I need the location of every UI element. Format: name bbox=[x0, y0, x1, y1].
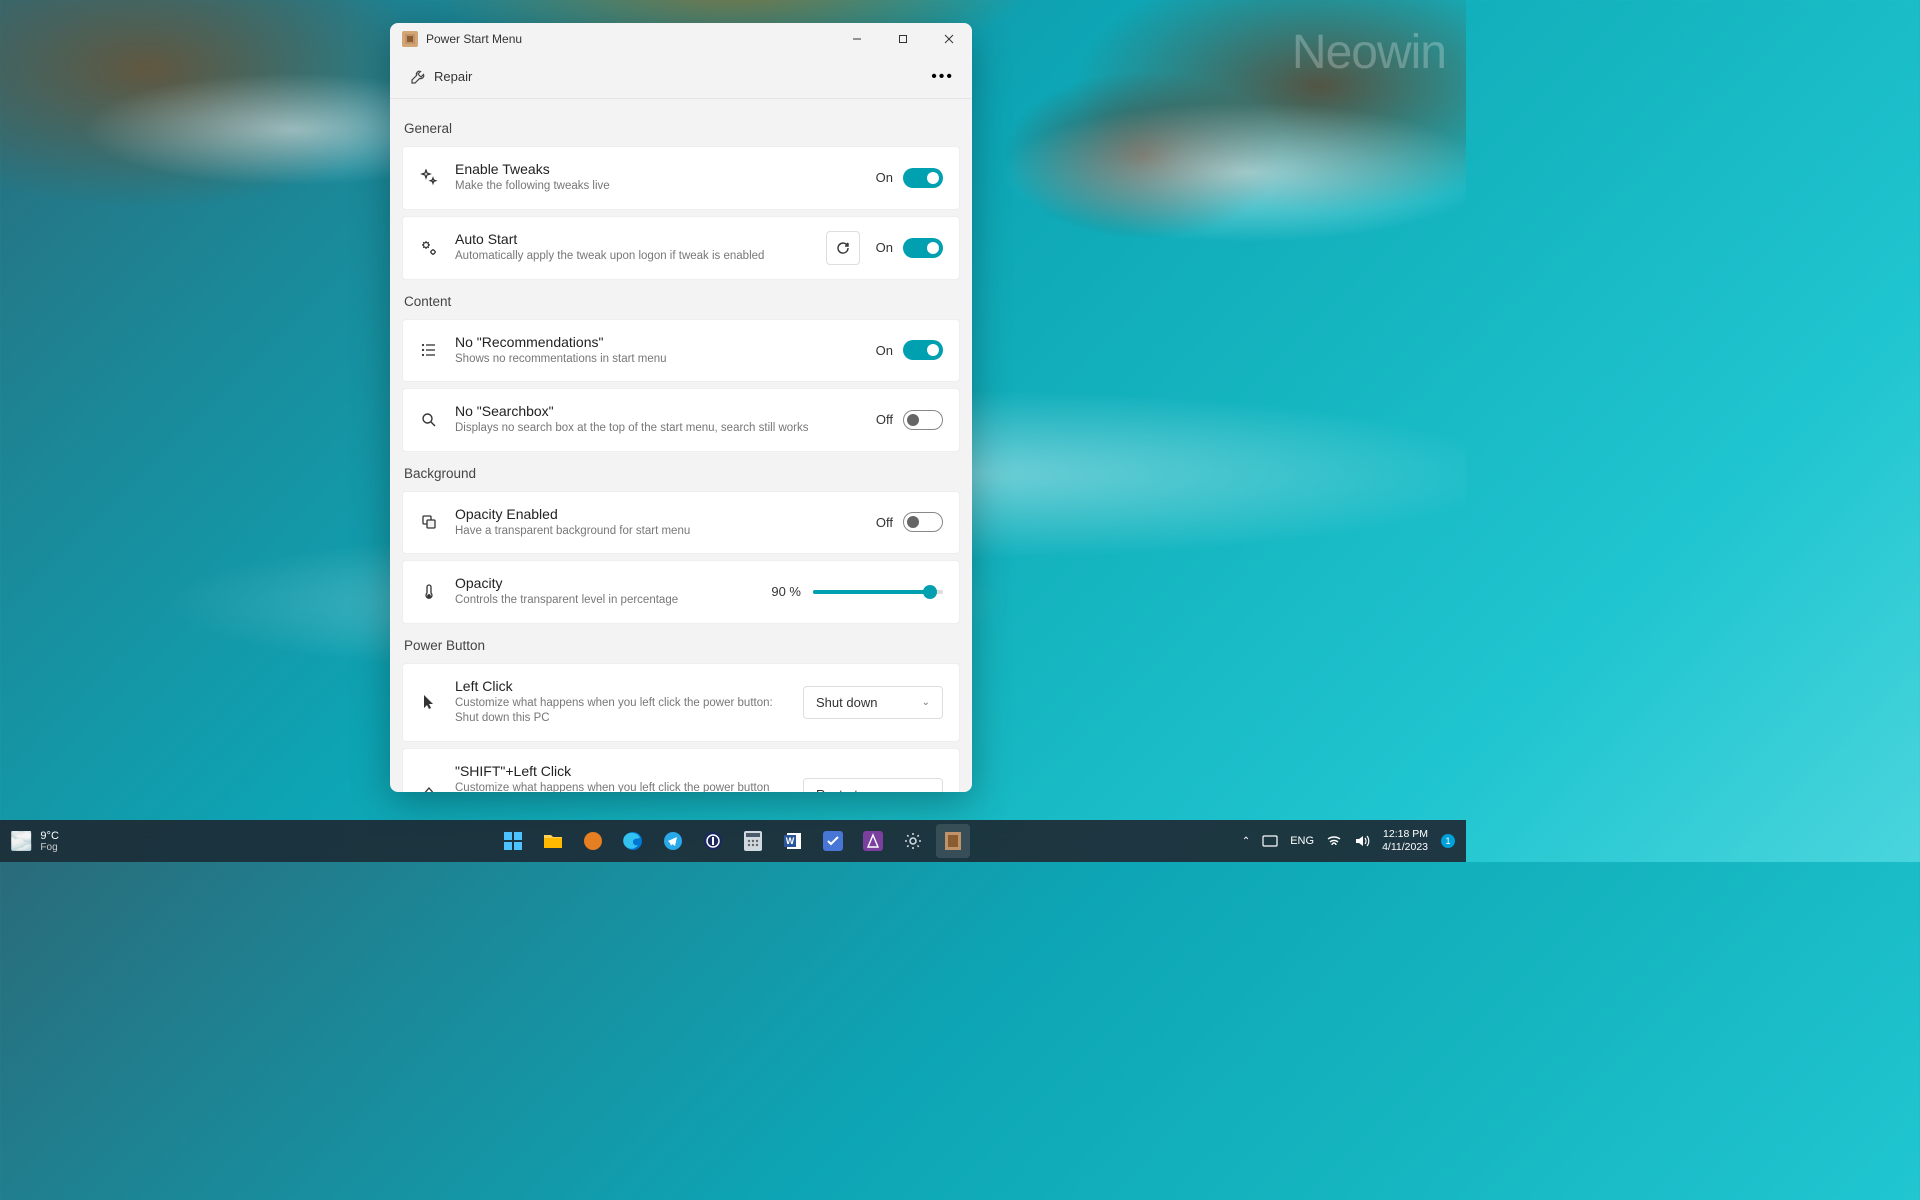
word-icon[interactable]: W bbox=[776, 824, 810, 858]
close-button[interactable] bbox=[926, 23, 972, 55]
search-icon bbox=[419, 411, 439, 429]
date: 4/11/2023 bbox=[1382, 841, 1428, 854]
window-title: Power Start Menu bbox=[426, 32, 522, 46]
maximize-button[interactable] bbox=[880, 23, 926, 55]
calculator-icon[interactable] bbox=[736, 824, 770, 858]
keyboard-icon[interactable] bbox=[1262, 834, 1278, 848]
taskbar[interactable]: 🌫️ 9°C Fog W ⌃ ENG 12:18 PM 4/11/2023 1 bbox=[0, 820, 1466, 862]
setting-title: Auto Start bbox=[455, 231, 810, 247]
toggle-state-label: Off bbox=[876, 412, 893, 427]
language-indicator[interactable]: ENG bbox=[1290, 835, 1314, 847]
taskbar-center: W bbox=[496, 824, 970, 858]
watermark: Neowin bbox=[1292, 25, 1446, 80]
setting-shift-left-click: "SHIFT"+Left Click Customize what happen… bbox=[402, 748, 960, 792]
section-power-button: Power Button bbox=[402, 630, 960, 663]
notification-badge[interactable]: 1 bbox=[1440, 833, 1456, 849]
weather-cond: Fog bbox=[40, 842, 58, 853]
no-recommendations-toggle[interactable] bbox=[903, 340, 943, 360]
setting-title: Left Click bbox=[455, 678, 787, 694]
select-value: Shut down bbox=[816, 695, 877, 710]
toggle-state-label: On bbox=[876, 343, 893, 358]
section-content: Content bbox=[402, 286, 960, 319]
section-general: General bbox=[402, 113, 960, 146]
minimize-button[interactable] bbox=[834, 23, 880, 55]
edge-icon[interactable] bbox=[616, 824, 650, 858]
clock[interactable]: 12:18 PM 4/11/2023 bbox=[1382, 828, 1428, 853]
setting-desc: Make the following tweaks live bbox=[455, 179, 860, 195]
start-button[interactable] bbox=[496, 824, 530, 858]
setting-title: No "Recommendations" bbox=[455, 334, 860, 350]
chevron-down-icon: ⌄ bbox=[922, 697, 930, 708]
setting-desc: Customize what happens when you left cli… bbox=[455, 781, 787, 792]
wrench-icon bbox=[410, 69, 426, 85]
auto-start-toggle[interactable] bbox=[903, 238, 943, 258]
opacity-slider[interactable] bbox=[813, 590, 943, 594]
setting-desc: Shows no recommentations in start menu bbox=[455, 352, 860, 368]
time: 12:18 PM bbox=[1382, 828, 1428, 841]
titlebar[interactable]: Power Start Menu bbox=[390, 23, 972, 55]
cursor-icon bbox=[419, 693, 439, 711]
todo-icon[interactable] bbox=[816, 824, 850, 858]
weather-temp: 9°C bbox=[40, 830, 58, 842]
thermometer-icon bbox=[419, 583, 439, 601]
shift-icon bbox=[419, 786, 439, 792]
power-start-menu-taskbar-icon[interactable] bbox=[936, 824, 970, 858]
setting-title: "SHIFT"+Left Click bbox=[455, 763, 787, 779]
layers-icon bbox=[419, 513, 439, 531]
repair-label: Repair bbox=[434, 69, 472, 84]
refresh-button[interactable] bbox=[826, 231, 860, 265]
repair-button[interactable]: Repair bbox=[402, 63, 480, 91]
left-click-select[interactable]: Shut down ⌄ bbox=[803, 686, 943, 719]
setting-title: No "Searchbox" bbox=[455, 403, 860, 419]
setting-no-searchbox: No "Searchbox" Displays no search box at… bbox=[402, 388, 960, 452]
explorer-icon[interactable] bbox=[536, 824, 570, 858]
setting-auto-start: Auto Start Automatically apply the tweak… bbox=[402, 216, 960, 280]
sparkle-icon bbox=[419, 169, 439, 187]
more-button[interactable]: ••• bbox=[925, 64, 960, 90]
setting-desc: Have a transparent background for start … bbox=[455, 524, 860, 540]
toolbar: Repair ••• bbox=[390, 55, 972, 99]
chevron-down-icon: ⌄ bbox=[922, 789, 930, 792]
setting-title: Opacity Enabled bbox=[455, 506, 860, 522]
system-tray: ⌃ ENG 12:18 PM 4/11/2023 1 bbox=[1242, 828, 1456, 853]
enable-tweaks-toggle[interactable] bbox=[903, 168, 943, 188]
section-background: Background bbox=[402, 458, 960, 491]
setting-opacity-enabled: Opacity Enabled Have a transparent backg… bbox=[402, 491, 960, 555]
select-value: Restart bbox=[816, 787, 858, 792]
setting-desc: Controls the transparent level in percen… bbox=[455, 593, 755, 609]
setting-title: Opacity bbox=[455, 575, 755, 591]
fog-icon: 🌫️ bbox=[10, 831, 32, 852]
list-icon bbox=[419, 341, 439, 359]
app-window: Power Start Menu Repair ••• General Enab… bbox=[390, 23, 972, 792]
tray-expand-icon[interactable]: ⌃ bbox=[1242, 836, 1250, 847]
volume-icon[interactable] bbox=[1354, 834, 1370, 848]
content-scroll[interactable]: General Enable Tweaks Make the following… bbox=[390, 99, 972, 792]
settings-icon[interactable] bbox=[896, 824, 930, 858]
svg-text:1: 1 bbox=[1445, 836, 1450, 846]
toggle-state-label: On bbox=[876, 240, 893, 255]
app-icon-orange[interactable] bbox=[576, 824, 610, 858]
1password-icon[interactable] bbox=[696, 824, 730, 858]
wifi-icon[interactable] bbox=[1326, 834, 1342, 848]
shift-left-click-select[interactable]: Restart ⌄ bbox=[803, 778, 943, 792]
toggle-state-label: Off bbox=[876, 515, 893, 530]
setting-desc: Displays no search box at the top of the… bbox=[455, 421, 860, 437]
setting-title: Enable Tweaks bbox=[455, 161, 860, 177]
opacity-value: 90 % bbox=[771, 584, 801, 599]
affinity-icon[interactable] bbox=[856, 824, 890, 858]
setting-no-recommendations: No "Recommendations" Shows no recommenta… bbox=[402, 319, 960, 383]
setting-left-click: Left Click Customize what happens when y… bbox=[402, 663, 960, 742]
svg-text:W: W bbox=[786, 836, 795, 846]
toggle-state-label: On bbox=[876, 170, 893, 185]
opacity-enabled-toggle[interactable] bbox=[903, 512, 943, 532]
setting-opacity: Opacity Controls the transparent level i… bbox=[402, 560, 960, 624]
telegram-icon[interactable] bbox=[656, 824, 690, 858]
gears-icon bbox=[419, 239, 439, 257]
setting-desc: Customize what happens when you left cli… bbox=[455, 696, 787, 727]
no-searchbox-toggle[interactable] bbox=[903, 410, 943, 430]
setting-enable-tweaks: Enable Tweaks Make the following tweaks … bbox=[402, 146, 960, 210]
setting-desc: Automatically apply the tweak upon logon… bbox=[455, 249, 810, 265]
weather-widget[interactable]: 🌫️ 9°C Fog bbox=[10, 830, 59, 853]
app-icon bbox=[402, 31, 418, 47]
